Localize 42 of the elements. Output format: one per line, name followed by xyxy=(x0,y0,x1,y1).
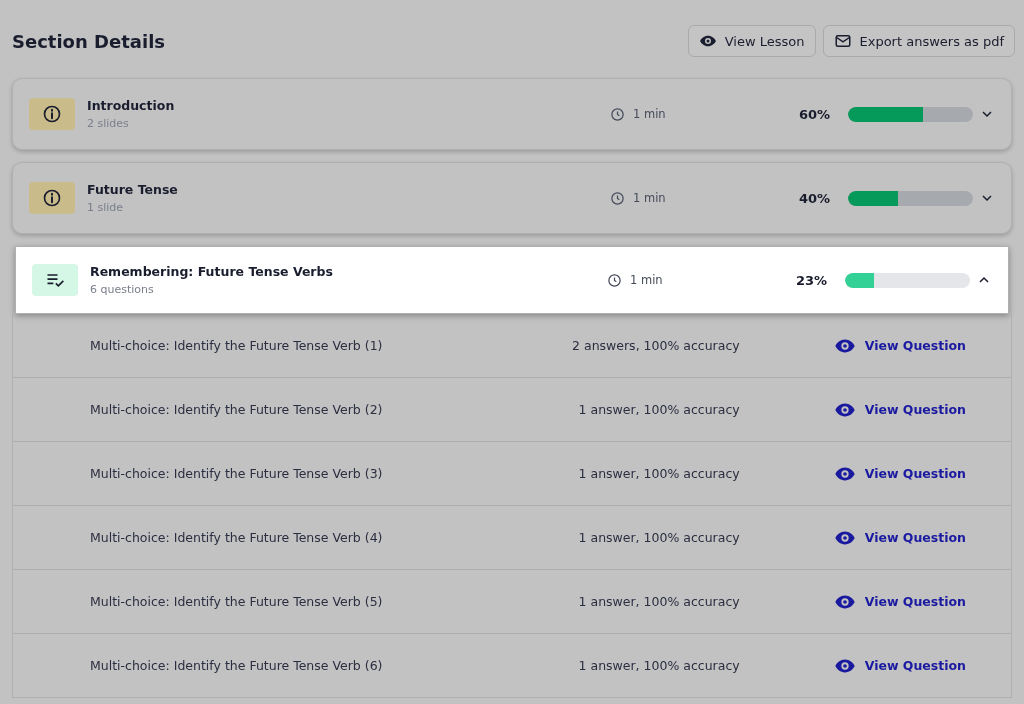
question-stats: 1 answer, 100% accuracy xyxy=(577,466,740,481)
question-title: Multi-choice: Identify the Future Tense Verb (2) xyxy=(90,402,384,417)
clock-icon xyxy=(610,106,625,122)
section-subtitle: 2 slides xyxy=(87,117,130,130)
progress-percent: 23% xyxy=(794,272,827,288)
question-stats: 1 answer, 100% accuracy xyxy=(577,594,740,609)
question-stats: 1 answer, 100% accuracy xyxy=(577,658,740,673)
question-stats: 2 answers, 100% accuracy xyxy=(571,338,740,353)
page-title: Section Details xyxy=(12,30,166,52)
clock-icon xyxy=(607,272,622,288)
duration-text: 1 min xyxy=(633,191,666,205)
question-title: Multi-choice: Identify the Future Tense Verb (3) xyxy=(90,466,384,481)
mail-icon xyxy=(833,32,852,50)
duration-text: 1 min xyxy=(630,273,663,287)
view-question-link[interactable]: View Question xyxy=(833,462,966,485)
section-title: Remembering: Future Tense Verbs xyxy=(90,264,334,279)
section-title: Future Tense xyxy=(87,182,179,197)
view-question-link[interactable]: View Question xyxy=(833,526,966,549)
view-question-link[interactable]: View Question xyxy=(833,654,966,677)
section-subtitle: 6 questions xyxy=(90,283,155,296)
info-icon xyxy=(42,188,62,208)
question-title: Multi-choice: Identify the Future Tense Verb (6) xyxy=(90,658,384,673)
question-title: Multi-choice: Identify the Future Tense Verb (4) xyxy=(90,530,384,545)
view-question-link[interactable]: View Question xyxy=(833,334,966,357)
progress-percent: 40% xyxy=(797,190,830,206)
export-button[interactable]: Export answers as pdf xyxy=(822,25,1015,57)
section-card[interactable]: Introduction 2 slides 1 min 60% xyxy=(12,78,1012,150)
view-question-link[interactable]: View Question xyxy=(833,398,966,421)
duration-text: 1 min xyxy=(633,107,666,121)
question-stats: 1 answer, 100% accuracy xyxy=(577,402,740,417)
info-icon xyxy=(42,104,62,124)
question-title: Multi-choice: Identify the Future Tense Verb (5) xyxy=(90,594,384,609)
question-title: Multi-choice: Identify the Future Tense Verb (1) xyxy=(90,338,384,353)
section-title: Introduction xyxy=(87,98,176,113)
view-lesson-button[interactable]: View Lesson xyxy=(687,25,816,57)
question-stats: 1 answer, 100% accuracy xyxy=(577,530,740,545)
progress-percent: 60% xyxy=(797,106,830,122)
clock-icon xyxy=(610,190,625,206)
section-card[interactable]: Future Tense 1 slide 1 min 40% xyxy=(12,162,1012,234)
section-subtitle: 1 slide xyxy=(87,201,125,214)
section-card[interactable]: Remembering: Future Tense Verbs 6 questions 1 min 23% xyxy=(15,246,1009,314)
view-question-link[interactable]: View Question xyxy=(833,590,966,613)
